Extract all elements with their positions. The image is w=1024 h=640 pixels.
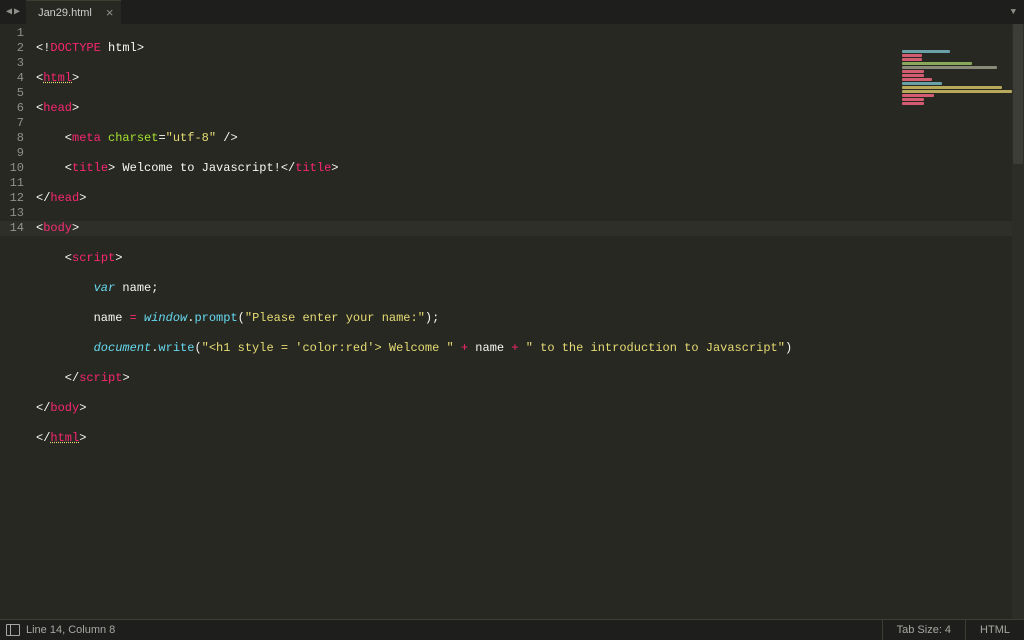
file-tab[interactable]: Jan29.html × [26,0,121,25]
code-line: <body> [36,221,1024,236]
status-bar: Line 14, Column 8 Tab Size: 4 HTML [0,619,1024,640]
tab-bar: ◀ ▶ Jan29.html × ▼ [0,0,1024,24]
line-number: 13 [0,206,24,221]
nav-back-icon[interactable]: ◀ [6,6,12,18]
cursor-position[interactable]: Line 14, Column 8 [26,624,115,636]
code-line: </head> [36,191,1024,206]
line-number: 1 [0,26,24,41]
code-line: name = window.prompt("Please enter your … [36,311,1024,326]
line-number: 7 [0,116,24,131]
line-number: 12 [0,191,24,206]
code-line: </body> [36,401,1024,416]
line-number: 8 [0,131,24,146]
line-number: 4 [0,71,24,86]
line-number: 11 [0,176,24,191]
scrollbar-thumb[interactable] [1013,24,1023,164]
syntax-selector[interactable]: HTML [965,620,1024,640]
nav-forward-icon[interactable]: ▶ [14,6,20,18]
line-number-gutter: 1 2 3 4 5 6 7 8 9 10 11 12 13 14 [0,24,30,620]
code-line: </script> [36,371,1024,386]
code-line: document.write("<h1 style = 'color:red'>… [36,341,1024,356]
code-line: var name; [36,281,1024,296]
line-number: 14 [0,221,24,236]
close-icon[interactable]: × [106,5,114,20]
tab-size-selector[interactable]: Tab Size: 4 [882,620,965,640]
code-line: <head> [36,101,1024,116]
editor[interactable]: 1 2 3 4 5 6 7 8 9 10 11 12 13 14 <!DOCTY… [0,24,1024,620]
code-line: <script> [36,251,1024,266]
line-number: 6 [0,101,24,116]
code-line: </html> [36,431,1024,446]
code-line: <!DOCTYPE html> [36,41,1024,56]
code-area[interactable]: <!DOCTYPE html> <html> <head> <meta char… [30,24,1024,620]
line-number: 3 [0,56,24,71]
line-number: 2 [0,41,24,56]
vertical-scrollbar[interactable] [1012,24,1024,620]
tab-filename: Jan29.html [38,7,92,19]
panel-toggle-icon[interactable] [6,624,20,636]
nav-arrows: ◀ ▶ [0,6,26,18]
line-number: 9 [0,146,24,161]
line-number: 5 [0,86,24,101]
code-line: <title> Welcome to Javascript!</title> [36,161,1024,176]
code-line: <meta charset="utf-8" /> [36,131,1024,146]
line-number: 10 [0,161,24,176]
tab-dropdown-icon[interactable]: ▼ [1011,7,1016,17]
code-line: <html> [36,71,1024,86]
